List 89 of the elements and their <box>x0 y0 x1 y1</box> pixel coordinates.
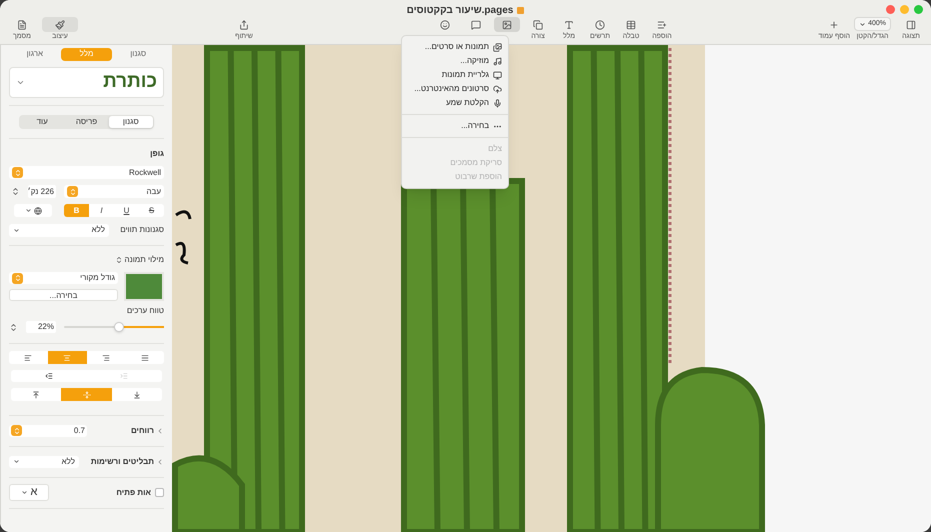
smiley-icon <box>440 20 450 30</box>
align-middle-icon <box>82 390 91 398</box>
comment-icon <box>471 20 481 30</box>
stepper-button[interactable] <box>12 272 23 284</box>
font-style-button[interactable]: S <box>139 204 164 217</box>
chevron-down-icon <box>24 207 32 214</box>
globe-icon <box>34 206 42 214</box>
value-field[interactable]: 22% <box>26 321 56 333</box>
inspector-tab[interactable]: ארגון <box>8 48 61 60</box>
field-label: מילוי תמונה <box>124 254 164 266</box>
inspector-tab[interactable]: סגנון <box>112 48 164 60</box>
section-heading: גופן <box>149 148 164 160</box>
field-label: טווח ערכים <box>126 305 164 317</box>
menu-item[interactable]: בחירה... <box>402 119 508 133</box>
stepper-button[interactable] <box>67 186 78 197</box>
align-bottom-icon <box>132 390 141 398</box>
monitor-icon <box>493 70 502 80</box>
photo-placeholder <box>124 272 164 301</box>
subtab[interactable]: פריסה <box>64 116 109 128</box>
menu-item[interactable]: הקלטת שמע <box>402 96 508 110</box>
image-icon <box>502 20 512 30</box>
cloud-icon <box>493 84 502 94</box>
field-label: סגנונות תווים <box>120 224 164 236</box>
field-label: אות פתיח <box>116 486 151 498</box>
zoom-button[interactable] <box>914 5 923 14</box>
window-title: שיעור בקקטוסים.pages <box>406 4 514 18</box>
minimize-button[interactable] <box>900 5 909 14</box>
music-icon <box>493 56 502 66</box>
align-top-icon <box>32 390 40 398</box>
spacing-field[interactable]: 0.7 <box>9 424 87 436</box>
stepper-icon[interactable] <box>9 322 18 332</box>
typeface-dropdown[interactable]: עבה <box>64 185 164 198</box>
close-button[interactable] <box>886 5 895 14</box>
chevrons-icon <box>12 426 20 434</box>
stepper-button[interactable] <box>12 167 23 178</box>
font-style-button[interactable]: I <box>89 204 114 217</box>
text-icon <box>564 20 574 30</box>
shape-icon <box>533 20 543 30</box>
chevron-down-icon <box>20 489 28 496</box>
font-style-button[interactable]: U <box>114 204 139 217</box>
align-justify-icon <box>140 354 149 362</box>
field-label: תבליטים ורשימות <box>90 456 154 468</box>
bullets-dropdown[interactable]: ללא <box>9 456 79 468</box>
stepper-button[interactable] <box>11 425 22 436</box>
document-icon <box>17 20 27 30</box>
stepper-icon[interactable] <box>11 187 20 196</box>
choose-button[interactable]: בחירה... <box>9 289 118 301</box>
stepper-icon[interactable] <box>114 256 123 264</box>
share-icon <box>239 20 249 30</box>
chevron-down-icon <box>13 226 20 234</box>
menu-item[interactable]: סרטונים מהאינטרנט... <box>402 82 508 96</box>
character-styles-dropdown[interactable]: ללא <box>9 224 109 236</box>
subtab[interactable]: סגנון <box>108 116 153 128</box>
photos-icon <box>493 42 502 52</box>
sidebar-icon <box>906 20 916 30</box>
align-button[interactable] <box>48 351 86 364</box>
menu-item[interactable]: תמונות או סרטים... <box>402 40 508 54</box>
font-size-field[interactable]: 226 נק׳ <box>28 185 56 198</box>
microphone-icon <box>493 98 502 108</box>
drop-cap-dropdown[interactable]: א <box>9 484 49 501</box>
checkbox[interactable] <box>155 488 164 497</box>
chevron-down-icon <box>16 78 25 87</box>
insert-icon <box>657 20 667 30</box>
disclosure-icon[interactable] <box>156 426 164 434</box>
field-label: רווחים <box>130 424 154 436</box>
outdent-icon[interactable] <box>44 372 53 380</box>
table-icon <box>626 20 636 30</box>
disclosure-icon[interactable] <box>156 458 164 466</box>
align-center-icon <box>63 354 72 362</box>
scribble-drawing <box>174 210 192 264</box>
chart-icon <box>595 20 605 30</box>
chevrons-icon <box>14 274 22 282</box>
align-right-icon <box>102 354 110 362</box>
chevrons-icon <box>14 168 22 176</box>
align-left-icon <box>24 354 32 362</box>
document-icon <box>517 7 524 14</box>
chevrons-icon <box>68 188 76 196</box>
plus-icon <box>829 20 840 30</box>
slider-thumb[interactable] <box>114 322 124 332</box>
paragraph-style-dropdown[interactable]: כותרת <box>9 67 164 98</box>
text-options-dropdown[interactable] <box>14 204 52 217</box>
font-family-dropdown[interactable]: Rockwell <box>9 166 164 179</box>
menu-item[interactable]: גלריית תמונות <box>402 68 508 82</box>
paintbrush-icon <box>55 20 65 30</box>
menu-item[interactable]: מוזיקה... <box>402 54 508 68</box>
chevron-down-icon <box>13 458 20 465</box>
subtab[interactable]: עוד <box>20 116 64 128</box>
scale-dropdown[interactable]: גודל מקורי <box>9 272 118 284</box>
chevron-down-icon <box>859 20 866 28</box>
